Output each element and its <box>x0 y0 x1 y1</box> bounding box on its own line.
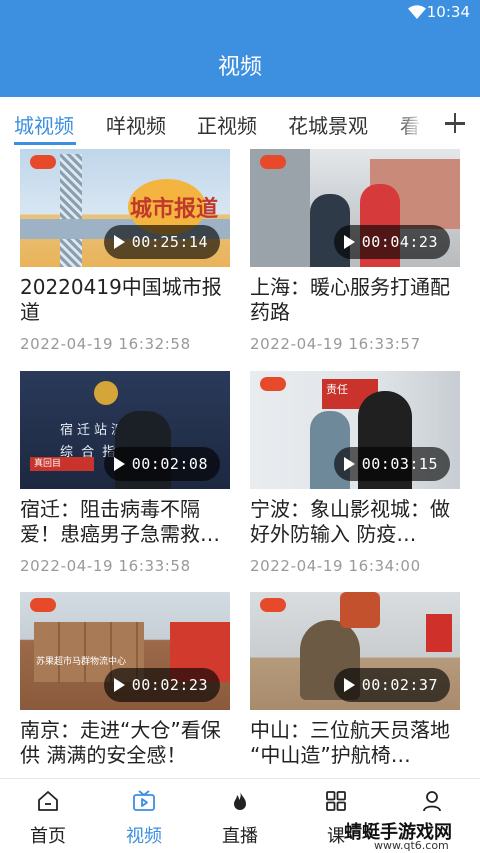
watermark-url: www.qt6.com <box>374 839 449 852</box>
home-icon <box>38 791 58 811</box>
video-card[interactable]: 00:02:37 中山：三位航天员落地 “中山造”护航椅… <box>250 592 460 777</box>
channel-logo <box>30 155 56 169</box>
tab-zheng-video[interactable]: 正视频 <box>197 110 257 139</box>
video-date: 2022-04-19 16:34:00 <box>250 557 421 575</box>
status-time: 10:34 <box>426 3 470 21</box>
app-root: 10:34 视频 城视频 咩视频 正视频 花城景观 看 城市报道 <box>0 0 480 853</box>
video-title[interactable]: 上海：暖心服务打通配药路 <box>250 275 460 325</box>
play-icon <box>343 457 355 471</box>
play-icon <box>113 457 125 471</box>
video-duration: 00:03:15 <box>361 455 438 473</box>
video-card[interactable]: 宿迁站派出 综 合 指 挥 真回目 00:02:08 宿迁：阻击病毒不隔爱！患癌… <box>20 371 230 575</box>
site-watermark: 蜻蜓手游戏网 www.qt6.com <box>344 818 476 852</box>
video-date: 2022-04-19 16:33:58 <box>20 557 191 575</box>
play-icon <box>343 678 355 692</box>
tower-graphic <box>60 154 82 267</box>
video-thumbnail[interactable]: 宿迁站派出 综 合 指 挥 真回目 00:02:08 <box>20 371 230 489</box>
play-duration-pill[interactable]: 00:02:37 <box>333 668 450 702</box>
add-tab-button[interactable] <box>436 97 480 149</box>
play-duration-pill[interactable]: 00:03:15 <box>333 447 450 481</box>
fire-icon <box>234 791 246 810</box>
play-icon <box>113 235 125 249</box>
video-duration: 00:02:37 <box>361 676 438 694</box>
tab-city-video[interactable]: 城视频 <box>14 110 74 139</box>
news-caption: 真回目 <box>30 457 94 471</box>
tab-flower-city[interactable]: 花城景观 <box>288 110 368 139</box>
nav-label: 首页 <box>30 826 66 847</box>
channel-logo <box>260 377 286 391</box>
grid-icon <box>326 791 346 811</box>
video-title[interactable]: 中山：三位航天员落地 “中山造”护航椅… <box>250 718 460 768</box>
video-duration: 00:02:08 <box>131 455 208 473</box>
play-duration-pill[interactable]: 00:02:23 <box>103 668 220 702</box>
play-duration-pill[interactable]: 00:04:23 <box>333 225 450 259</box>
video-thumbnail[interactable]: 责任 00:03:15 <box>250 371 460 489</box>
video-title[interactable]: 宿迁：阻击病毒不隔爱！患癌男子急需救… <box>20 497 230 547</box>
nav-live[interactable]: 直播 <box>192 779 288 853</box>
video-thumbnail[interactable]: 00:04:23 <box>250 149 460 267</box>
video-thumbnail[interactable]: 00:02:37 <box>250 592 460 710</box>
video-title[interactable]: 20220419中国城市报道 <box>20 275 230 325</box>
play-duration-pill[interactable]: 00:02:08 <box>103 447 220 481</box>
video-card[interactable]: 00:04:23 上海：暖心服务打通配药路 2022-04-19 16:33:5… <box>250 149 460 353</box>
video-date: 2022-04-19 16:33:57 <box>250 335 421 353</box>
program-logo-text: 城市报道 <box>130 197 219 222</box>
video-icon <box>133 790 155 811</box>
video-duration: 00:25:14 <box>131 233 208 251</box>
video-date: 2022-04-19 16:32:58 <box>20 335 191 353</box>
warehouse-caption: 苏果超市马群物流中心 <box>36 657 127 667</box>
channel-logo <box>260 598 286 612</box>
header-bar: 10:34 视频 <box>0 0 480 97</box>
video-card[interactable]: 苏果超市马群物流中心 00:02:23 南京：走进“大仓”看保供 满满的安全感！ <box>20 592 230 777</box>
video-grid: 城市报道 00:25:14 20220419中国城市报道 2022-04-19 … <box>0 149 480 777</box>
channel-logo <box>260 155 286 169</box>
video-thumbnail[interactable]: 苏果超市马群物流中心 00:02:23 <box>20 592 230 710</box>
nav-label: 直播 <box>222 826 258 847</box>
video-duration: 00:04:23 <box>361 233 438 251</box>
tab-mie-video[interactable]: 咩视频 <box>106 110 166 139</box>
wifi-icon <box>408 5 426 19</box>
tabs-fade <box>396 97 436 149</box>
video-duration: 00:02:23 <box>131 676 208 694</box>
channel-logo <box>30 598 56 612</box>
video-card[interactable]: 城市报道 00:25:14 20220419中国城市报道 2022-04-19 … <box>20 149 230 353</box>
nav-home[interactable]: 首页 <box>0 779 96 853</box>
play-icon <box>343 235 355 249</box>
user-icon <box>423 791 441 812</box>
nav-video[interactable]: 视频 <box>96 779 192 853</box>
category-tabs: 城视频 咩视频 正视频 花城景观 看 <box>0 97 480 149</box>
video-title[interactable]: 南京：走进“大仓”看保供 满满的安全感！ <box>20 718 230 768</box>
active-tab-indicator <box>14 142 76 145</box>
play-duration-pill[interactable]: 00:25:14 <box>103 225 220 259</box>
play-icon <box>113 678 125 692</box>
police-emblem <box>94 381 118 405</box>
video-title[interactable]: 宁波：象山影视城：做好外防输入 防疫… <box>250 497 460 547</box>
page-title: 视频 <box>217 55 262 80</box>
video-card[interactable]: 责任 00:03:15 宁波：象山影视城：做好外防输入 防疫… 2022-04-… <box>250 371 460 575</box>
nav-label: 视频 <box>126 826 162 847</box>
video-thumbnail[interactable]: 城市报道 00:25:14 <box>20 149 230 267</box>
